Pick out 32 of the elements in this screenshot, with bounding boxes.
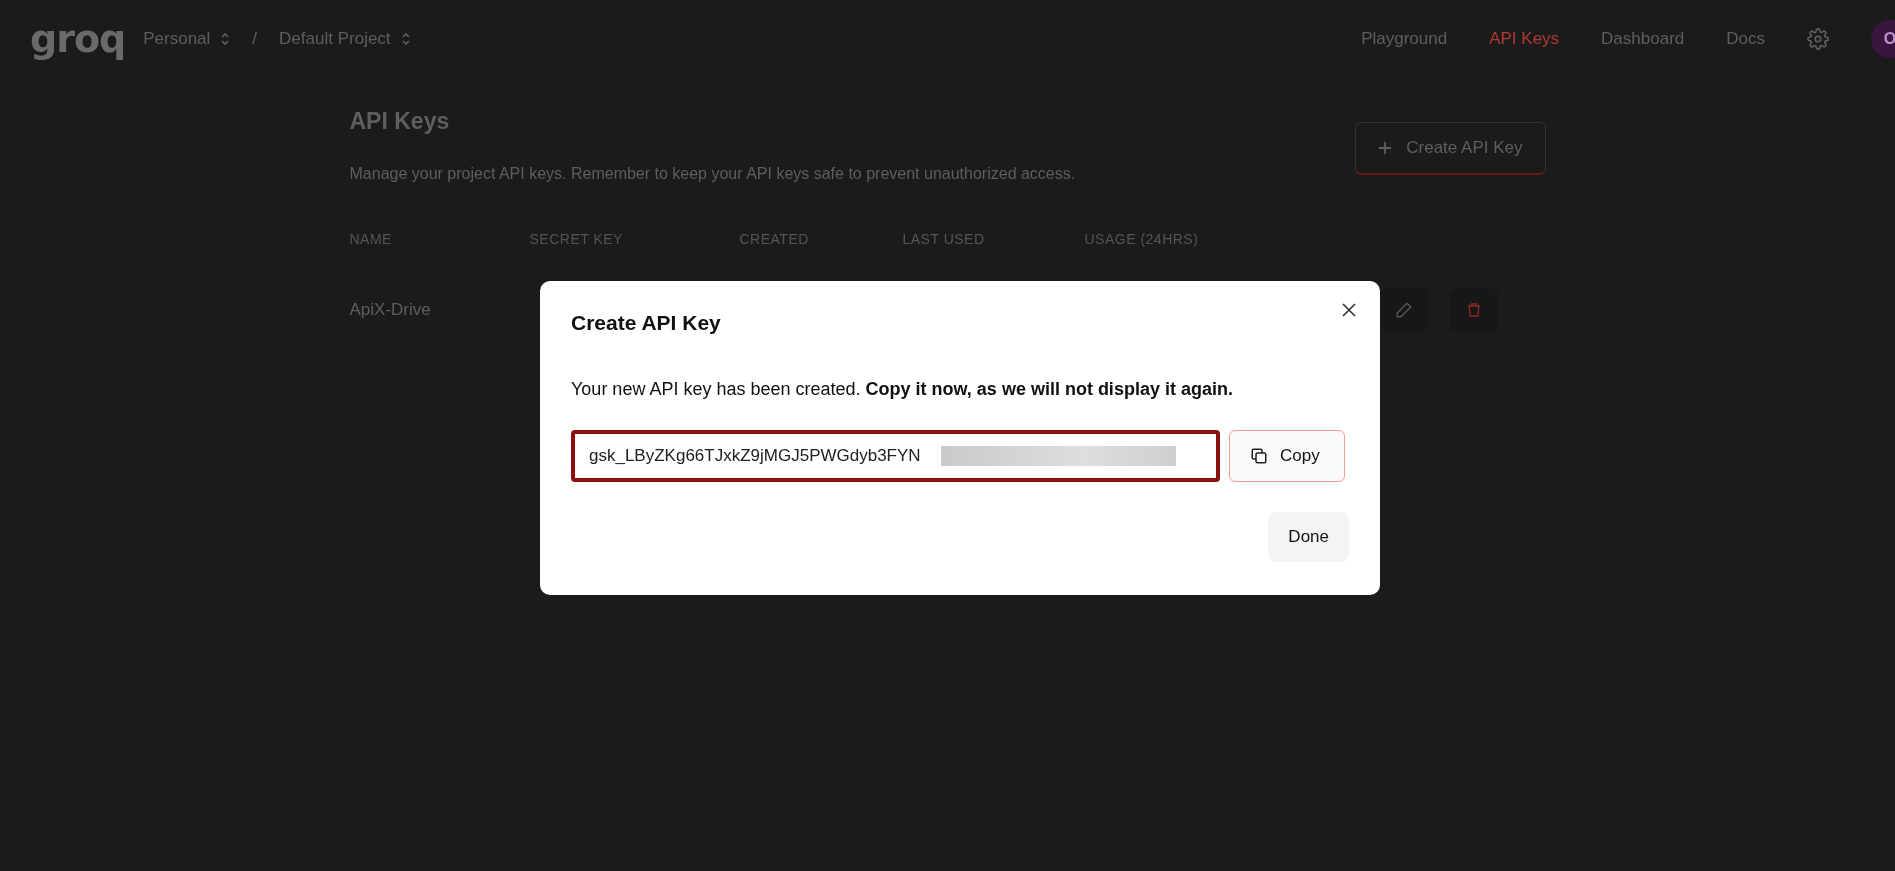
column-header: CREATED xyxy=(739,231,810,247)
done-button[interactable]: Done xyxy=(1268,512,1349,562)
project-selector[interactable]: Default Project xyxy=(279,29,411,49)
key-name: ApiX-Drive xyxy=(349,300,431,320)
create-api-key-button[interactable]: Create API Key xyxy=(1355,122,1546,175)
plus-icon xyxy=(1378,141,1393,155)
nav-link[interactable]: API Keys xyxy=(1489,29,1560,49)
pencil-icon xyxy=(1394,301,1413,319)
page-description: Manage your project API keys. Remember to keep your API keys safe to prevent unauthorized access. xyxy=(349,165,1076,183)
breadcrumb-separator: / xyxy=(252,29,258,49)
close-icon xyxy=(1342,303,1356,317)
column-header: LAST USED xyxy=(902,231,986,247)
trash-icon xyxy=(1465,301,1482,319)
close-button[interactable] xyxy=(1340,301,1358,319)
dialog-title: Create API Key xyxy=(571,311,722,335)
logo[interactable]: groq xyxy=(30,17,126,61)
user-avatar[interactable]: O xyxy=(1871,20,1895,58)
dialog-message: Your new API key has been created. Copy it now, as we will not display it again. xyxy=(571,379,1234,400)
chevron-updown-icon xyxy=(220,32,231,46)
nav-link[interactable]: Dashboard xyxy=(1601,29,1685,49)
page-title: API Keys xyxy=(349,108,451,135)
org-selector[interactable]: Personal xyxy=(143,29,231,49)
nav-link[interactable]: Docs xyxy=(1726,29,1765,49)
edit-button[interactable] xyxy=(1379,289,1428,331)
settings-icon[interactable] xyxy=(1807,28,1829,50)
copy-icon xyxy=(1250,447,1268,465)
column-header: USAGE (24HRS) xyxy=(1084,231,1200,247)
column-header: NAME xyxy=(349,231,393,247)
copy-button[interactable]: Copy xyxy=(1229,430,1345,482)
chevron-updown-icon xyxy=(400,32,411,46)
nav-link[interactable]: Playground xyxy=(1361,29,1448,49)
column-header: SECRET KEY xyxy=(529,231,624,247)
